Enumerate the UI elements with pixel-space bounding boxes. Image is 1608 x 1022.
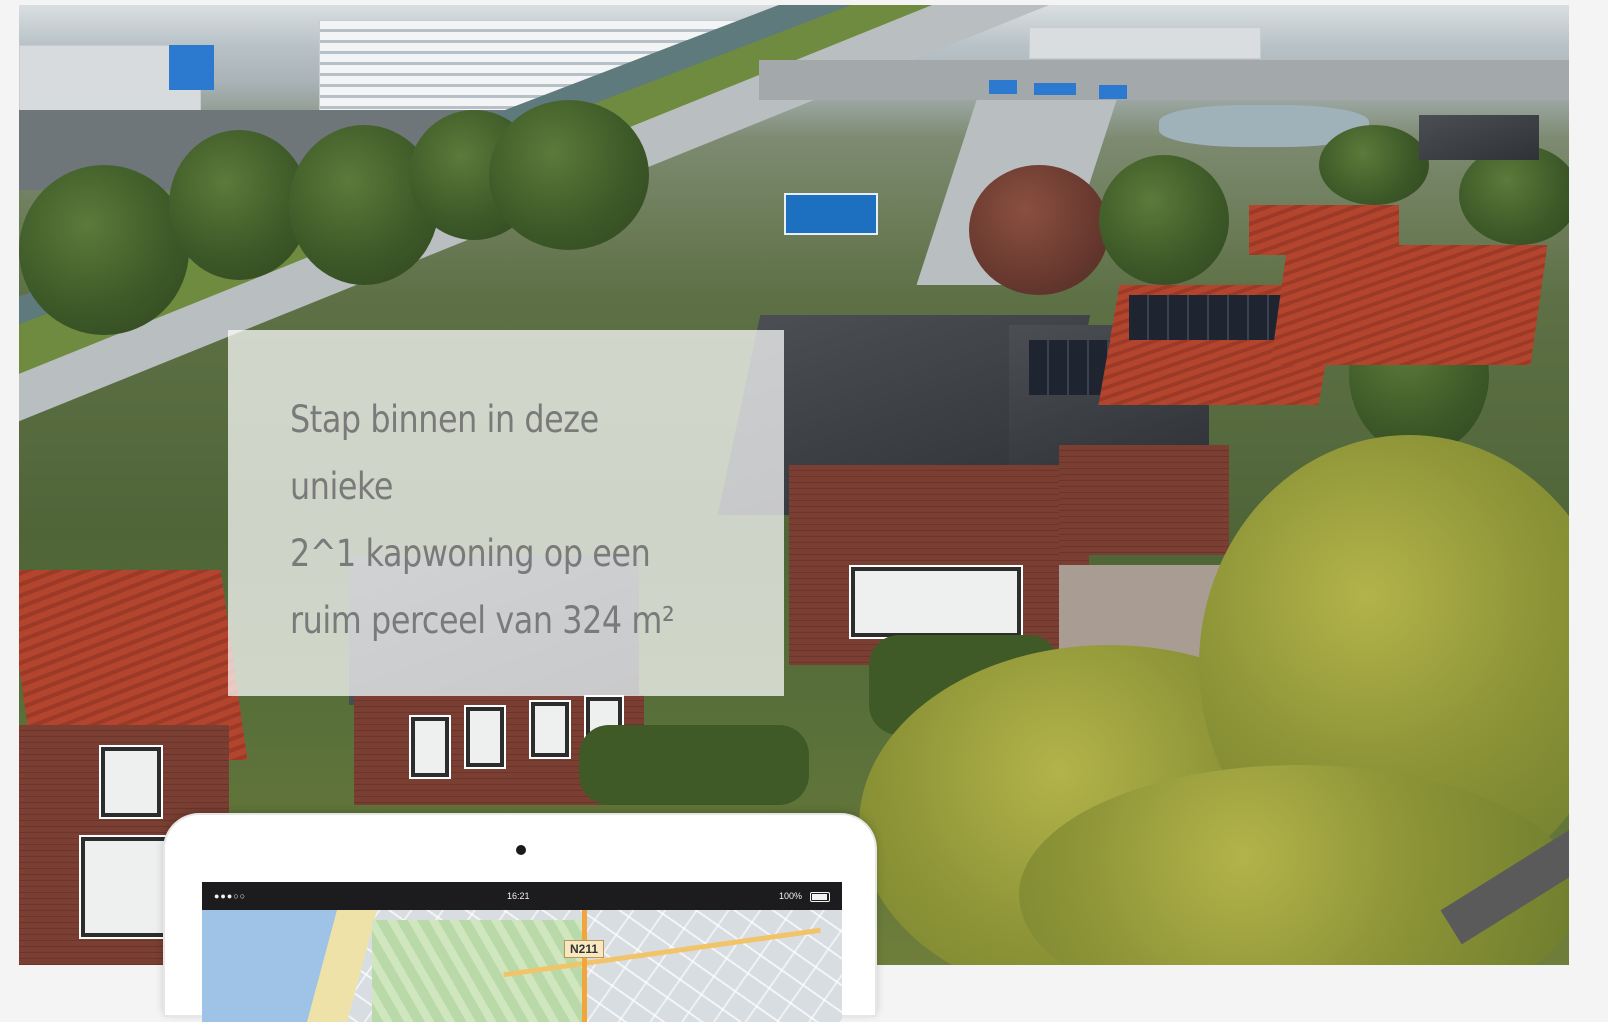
status-time: 16:21: [507, 891, 530, 901]
tree: [969, 165, 1109, 295]
window: [464, 705, 506, 769]
solar-panels-2: [1129, 295, 1289, 340]
map-green-area: [372, 920, 582, 1022]
map-view[interactable]: N211: [202, 910, 842, 1022]
window: [529, 700, 571, 759]
tree: [19, 165, 189, 335]
tablet-screen[interactable]: ●●●○○ 16:21 100% N211: [202, 882, 842, 1022]
window: [99, 745, 163, 819]
gantry-sign-2: [1034, 83, 1076, 95]
status-bar: ●●●○○ 16:21 100%: [202, 882, 842, 910]
battery-percentage: 100%: [778, 891, 802, 901]
map-road-label: N211: [564, 940, 605, 958]
tree: [1099, 155, 1229, 285]
bay-window: [849, 565, 1023, 639]
window: [79, 835, 178, 939]
hero-headline: Stap binnen in deze unieke 2^1 kapwoning…: [290, 398, 675, 642]
motorway-sign: [784, 193, 878, 235]
gantry-sign-3: [1099, 85, 1127, 99]
house-roof-red-3: [1249, 205, 1399, 255]
warehouse: [1029, 27, 1261, 59]
battery-icon: [810, 892, 830, 902]
tree: [489, 100, 649, 250]
signal-icon: ●●●○○: [214, 891, 247, 901]
hedge: [579, 725, 809, 805]
office-blue-facade: [169, 45, 214, 90]
tree: [1459, 145, 1569, 245]
highway-top: [759, 60, 1569, 100]
window: [409, 715, 451, 779]
map-main-road: [582, 910, 587, 1022]
tree: [169, 130, 309, 280]
house-roof-3: [1419, 115, 1539, 160]
tablet-device: ●●●○○ 16:21 100% N211: [165, 815, 875, 1022]
camera-icon: [516, 845, 526, 855]
house-facade-2: [1059, 445, 1229, 555]
gantry-sign-1: [989, 80, 1017, 94]
house-roof-red-2: [1270, 245, 1548, 365]
tree: [1319, 125, 1429, 205]
